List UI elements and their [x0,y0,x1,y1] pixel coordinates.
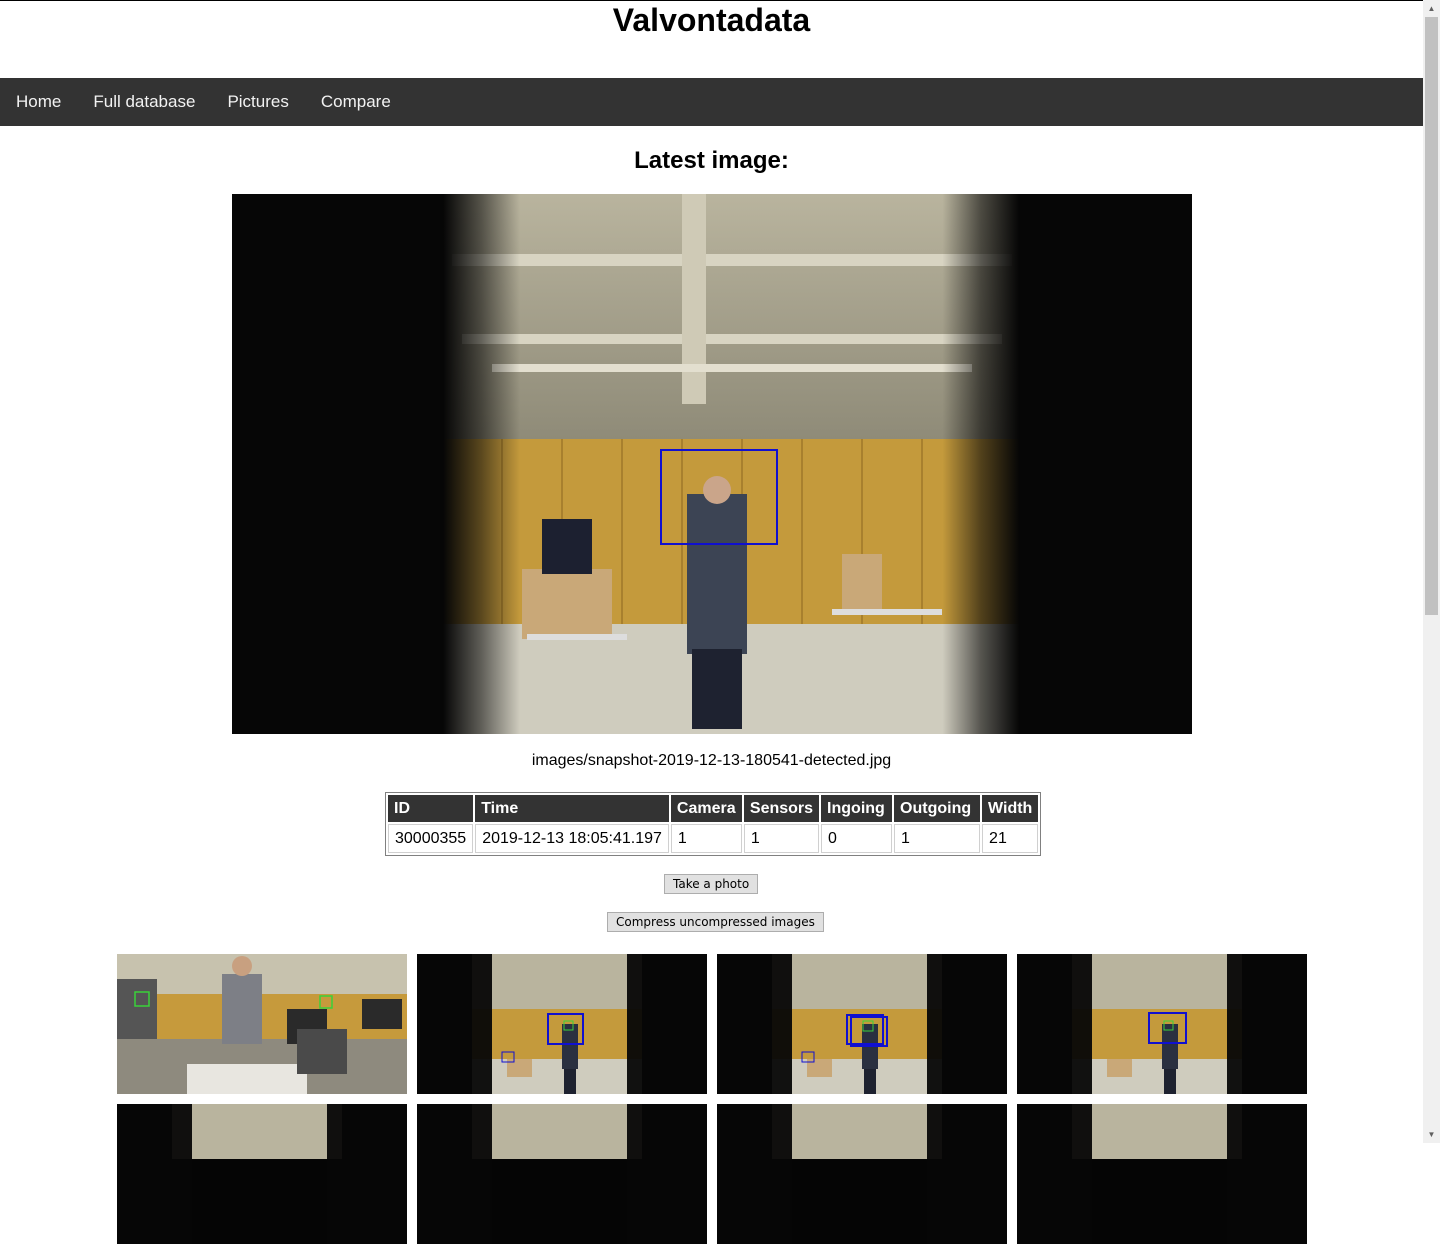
thumbnail-image[interactable] [1017,1104,1307,1244]
table-cell-sensors: 1 [743,824,820,853]
scrollbar-thumb[interactable] [1425,17,1438,615]
thumbnail-scene [1017,1104,1307,1244]
table-cell-camera: 1 [670,824,742,853]
site-title: Valvontadata [612,2,811,38]
nav-pictures-link[interactable]: Pictures [211,78,304,126]
table-row: 30000355 2019-12-13 18:05:41.197 1 1 0 1… [388,824,1039,853]
column-header: ID [388,795,474,822]
thumbnail-image[interactable] [417,954,707,1094]
thumbnail-image[interactable] [417,1104,707,1244]
thumbnail-scene [117,954,407,1094]
table-header-row: ID Time Camera Sensors Ingoing Outgoing … [388,795,1039,822]
table-cell-ingoing: 0 [821,824,893,853]
thumbnail-scene [717,954,1007,1094]
nav-compare-link[interactable]: Compare [305,78,407,126]
column-header: Camera [670,795,742,822]
table-cell-outgoing: 1 [894,824,981,853]
triangle-up-icon[interactable]: ▲ [1423,0,1440,17]
column-header: Sensors [743,795,820,822]
thumbnail-image[interactable] [717,1104,1007,1244]
triangle-down-icon[interactable]: ▼ [1423,1126,1440,1143]
table-cell-width: 21 [982,824,1039,853]
table-cell-id: 30000355 [388,824,474,853]
table-cell-time: 2019-12-13 18:05:41.197 [475,824,669,853]
vertical-scrollbar[interactable]: ▲ ▼ [1423,0,1440,1143]
nav-full-database-link[interactable]: Full database [77,78,211,126]
thumbnail-image[interactable] [717,954,1007,1094]
navbar: Home Full database Pictures Compare [0,78,1423,126]
thumbnail-image[interactable] [1017,954,1307,1094]
latest-image [232,194,1192,734]
column-header: Ingoing [821,795,893,822]
column-header: Time [475,795,669,822]
top-border-line [0,0,1423,1]
image-filename: images/snapshot-2019-12-13-180541-detect… [531,752,892,769]
nav-home-link[interactable]: Home [0,78,77,126]
thumbnail-scene [1017,954,1307,1094]
latest-image-scene [232,194,1192,734]
thumbnail-scene [717,1104,1007,1244]
thumbnail-image[interactable] [117,1104,407,1244]
latest-image-heading: Latest image: [634,147,789,174]
column-header: Width [982,795,1039,822]
thumbnail-scene [417,1104,707,1244]
column-header: Outgoing [894,795,981,822]
thumbnail-scene [117,1104,407,1244]
take-photo-button[interactable]: Take a photo [664,874,759,894]
compress-images-button[interactable]: Compress uncompressed images [607,912,824,932]
thumbnail-image[interactable] [117,954,407,1094]
thumbnail-scene [417,954,707,1094]
image-info-table: ID Time Camera Sensors Ingoing Outgoing … [385,792,1042,856]
